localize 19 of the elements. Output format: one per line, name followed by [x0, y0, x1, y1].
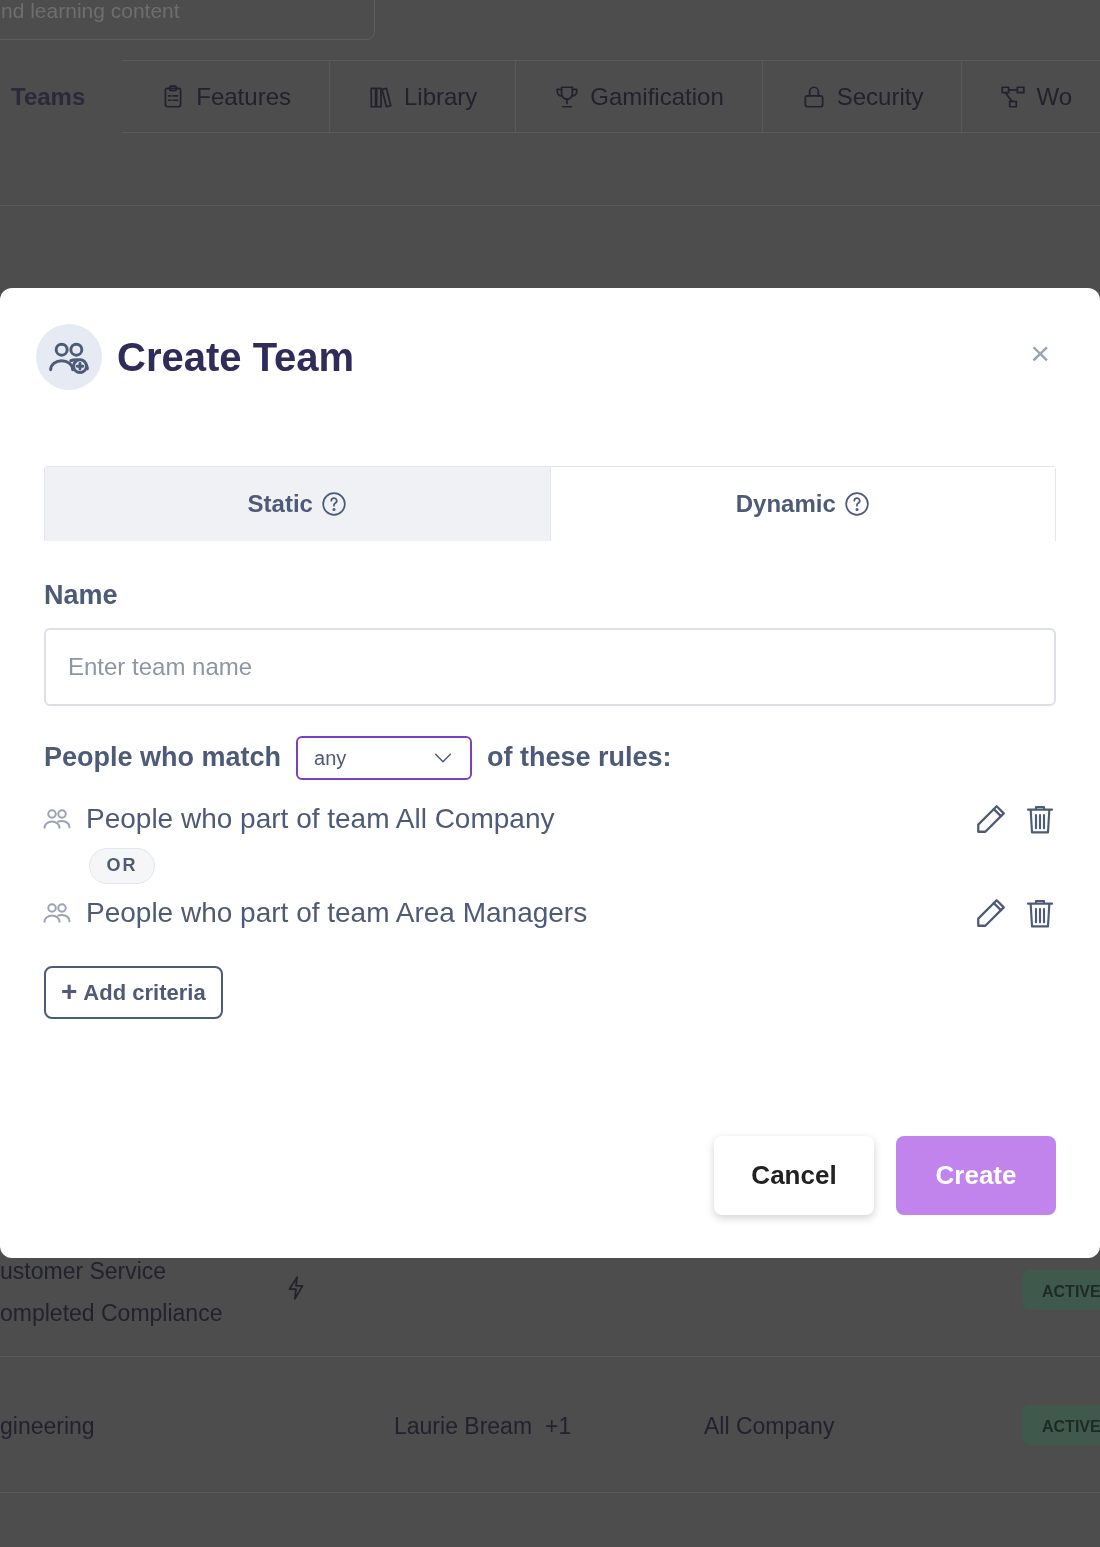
help-icon[interactable]	[843, 491, 870, 517]
add-criteria-button[interactable]: + Add criteria	[44, 965, 223, 1019]
network-icon	[1000, 83, 1027, 110]
type-tab[interactable]: Dynamic	[549, 467, 1055, 541]
trophy-icon	[554, 83, 581, 110]
rule-text: People who part of team All Company	[86, 801, 556, 836]
cancel-button[interactable]: Cancel	[714, 1136, 874, 1215]
rule-label: of these rules:	[487, 741, 672, 775]
help-icon[interactable]	[320, 491, 347, 517]
close-button[interactable]: ×	[1030, 336, 1050, 370]
rule-text: People who part of team Area Managers	[86, 895, 589, 930]
type-tab[interactable]: Static	[45, 467, 550, 541]
or-badge: OR	[89, 847, 155, 884]
field-label: Name	[44, 579, 119, 612]
match-dropdown[interactable]: any	[296, 735, 473, 780]
name-field[interactable]: Enter team name	[44, 627, 1056, 706]
rule-label: People who match	[44, 741, 282, 775]
create-button[interactable]: Create	[896, 1136, 1056, 1215]
dialog-title: Create Team	[117, 334, 355, 381]
